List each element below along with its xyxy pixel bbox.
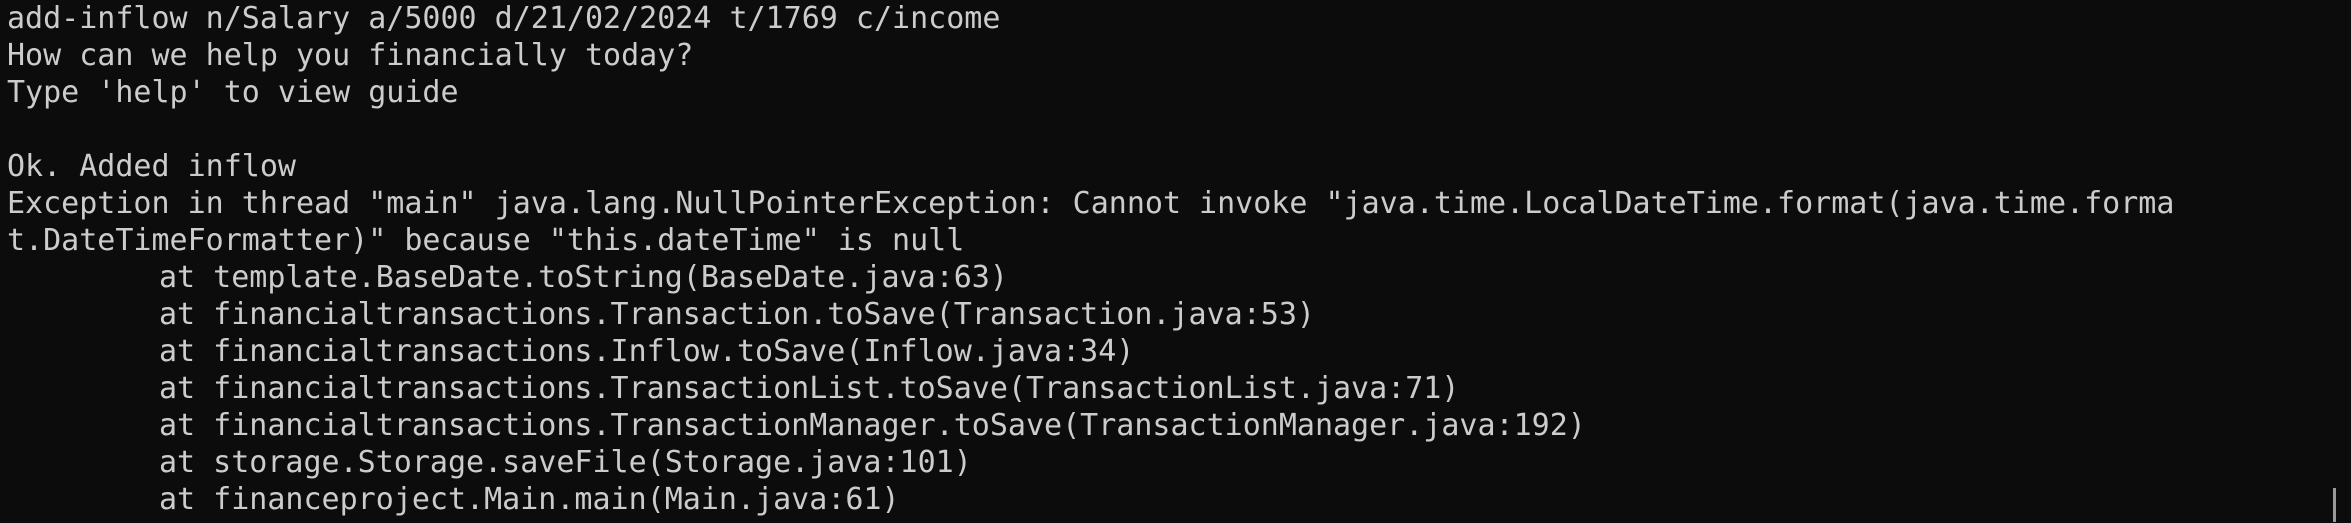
stack-trace-line: at financialtransactions.TransactionMana… (159, 408, 1586, 443)
terminal-window[interactable]: add-inflow n/Salary a/5000 d/21/02/2024 … (0, 0, 2351, 523)
help-hint-line: Type 'help' to view guide (7, 75, 459, 110)
scrollbar[interactable] (2329, 0, 2351, 523)
stack-trace-line: at financeproject.Main.main(Main.java:61… (159, 482, 900, 517)
stack-trace-line: at template.BaseDate.toString(BaseDate.j… (159, 260, 1008, 295)
confirmation-line: Ok. Added inflow (7, 149, 296, 184)
prompt-line: How can we help you financially today? (7, 38, 694, 73)
scrollbar-thumb[interactable] (2333, 488, 2336, 522)
stack-trace-line: at storage.Storage.saveFile(Storage.java… (159, 445, 972, 480)
stack-trace-line: at financialtransactions.Transaction.toS… (159, 297, 1315, 332)
terminal-output: add-inflow n/Salary a/5000 d/21/02/2024 … (7, 0, 2307, 518)
command-line: add-inflow n/Salary a/5000 d/21/02/2024 … (7, 1, 1001, 36)
exception-line-continued: t.DateTimeFormatter)" because "this.date… (7, 223, 965, 258)
stack-trace-line: at financialtransactions.TransactionList… (159, 371, 1460, 406)
exception-line: Exception in thread "main" java.lang.Nul… (7, 186, 2175, 221)
stack-trace-line: at financialtransactions.Inflow.toSave(I… (159, 334, 1135, 369)
